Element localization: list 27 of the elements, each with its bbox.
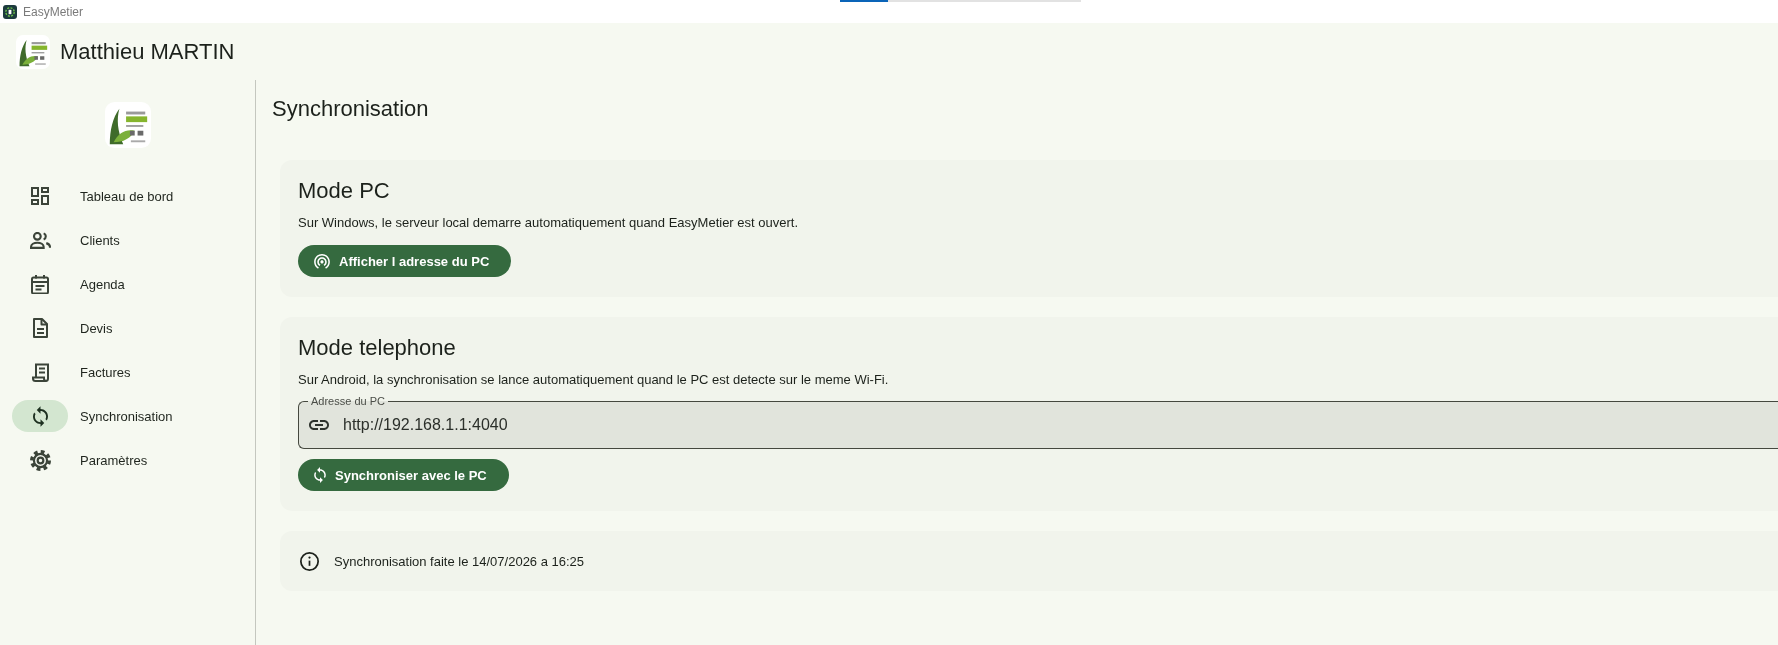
user-name: Matthieu MARTIN: [60, 38, 235, 65]
sidebar-item[interactable]: Synchronisation: [0, 394, 177, 438]
sidebar-item[interactable]: Clients: [0, 218, 124, 262]
section-title: Mode PC: [298, 177, 390, 205]
text-field[interactable]: Adresse du PC http://192.168.1.1:4040: [298, 394, 1778, 449]
app-icon: [3, 4, 17, 19]
section-description: Sur Android, la synchronisation se lance automatiquement quand le PC est detecte sur le meme Wi-Fi.: [298, 371, 889, 389]
section-title: Mode telephone: [298, 334, 456, 362]
sidebar-item[interactable]: Factures: [0, 350, 135, 394]
sidebar-item[interactable]: Devis: [0, 306, 117, 350]
sidebar-item[interactable]: Agenda: [0, 262, 129, 306]
section-description: Sur Windows, le serveur local demarre automatiquement quand EasyMetier est ouvert.: [298, 214, 798, 232]
field-label: Adresse du PC: [308, 394, 388, 408]
logo-image: [104, 102, 151, 148]
window-title: EasyMetier: [23, 4, 84, 19]
link-icon: [309, 420, 329, 430]
status-message: Synchronisation faite le 14/07/2026 a 16:25: [334, 553, 585, 569]
page-title: Synchronisation: [272, 95, 429, 123]
logo-image: [16, 34, 50, 69]
sidebar-item[interactable]: Paramètres: [0, 438, 152, 482]
info-icon: [300, 551, 319, 571]
field-value: http://192.168.1.1:4040: [343, 416, 508, 434]
sidebar-item[interactable]: Tableau de bord: [0, 174, 178, 218]
sync-icon: [314, 467, 326, 483]
action-button[interactable]: Afficher l adresse du PC: [298, 245, 512, 277]
action-button[interactable]: Synchroniser avec le PC: [298, 459, 509, 491]
signal-waves-icon: [314, 253, 330, 269]
